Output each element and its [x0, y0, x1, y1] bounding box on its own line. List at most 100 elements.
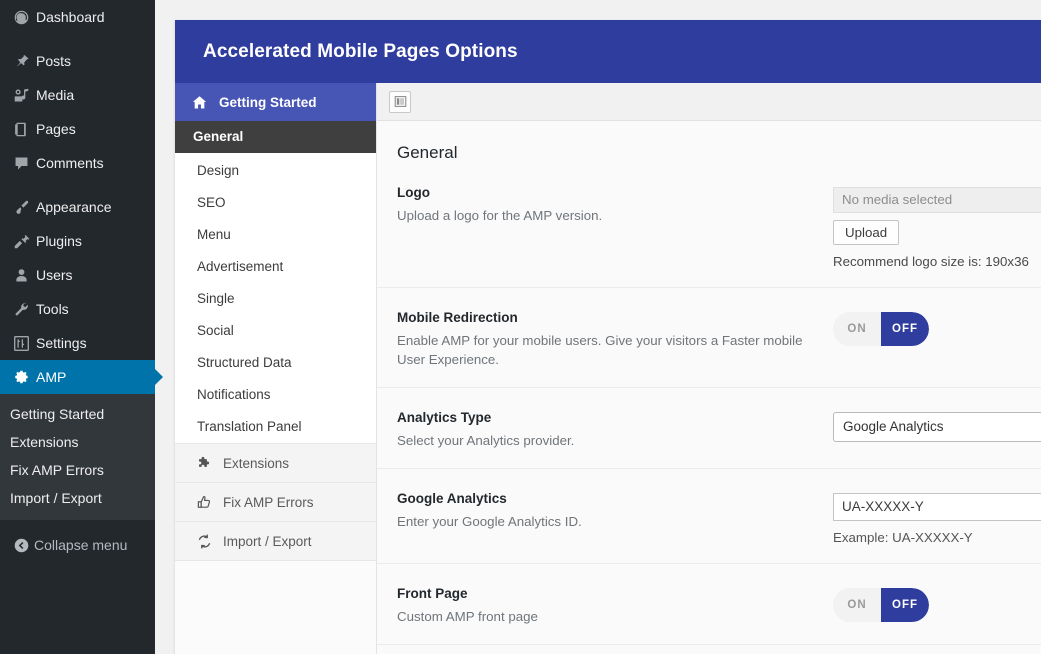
setting-right: ON OFF	[833, 586, 1041, 626]
submenu-item-import-export[interactable]: Import / Export	[0, 484, 155, 512]
sidebar-item-label: Settings	[36, 335, 87, 351]
setting-left: Logo Upload a logo for the AMP version.	[397, 185, 833, 269]
submenu-item-getting-started[interactable]: Getting Started	[0, 400, 155, 428]
sidebar-item-tools[interactable]: Tools	[0, 292, 155, 326]
sidebar-separator	[0, 180, 155, 190]
content-toolbar	[377, 83, 1041, 121]
setting-row-mobile-redirection: Mobile Redirection Enable AMP for your m…	[377, 288, 1041, 388]
nav-filler	[175, 561, 376, 654]
sidebar-item-label: Pages	[36, 121, 76, 137]
sidebar-item-label: Comments	[36, 155, 104, 171]
setting-right: No media selected Upload Recommend logo …	[833, 185, 1041, 269]
brush-icon	[8, 197, 34, 217]
nav-item-notifications[interactable]: Notifications	[175, 379, 376, 411]
home-icon	[191, 94, 213, 111]
nav-item-structured-data[interactable]: Structured Data	[175, 347, 376, 379]
nav-footer-extensions[interactable]: Extensions	[175, 444, 376, 483]
nav-footer-fix-amp-errors[interactable]: Fix AMP Errors	[175, 483, 376, 522]
sliders-icon	[8, 333, 34, 353]
collapse-menu-button[interactable]: Collapse menu	[0, 528, 155, 562]
setting-left: Front Page Custom AMP front page	[397, 586, 833, 626]
sidebar-item-comments[interactable]: Comments	[0, 146, 155, 180]
nav-item-design[interactable]: Design	[175, 155, 376, 187]
setting-label: Mobile Redirection	[397, 310, 518, 325]
settings-content: General Logo Upload a logo for the AMP v…	[377, 83, 1041, 654]
setting-left: Mobile Redirection Enable AMP for your m…	[397, 310, 833, 369]
setting-description: Custom AMP front page	[397, 609, 538, 624]
nav-item-general[interactable]: General	[175, 121, 376, 153]
sidebar-item-users[interactable]: Users	[0, 258, 155, 292]
user-icon	[8, 265, 34, 285]
thumbs-up-icon	[191, 494, 217, 511]
nav-head-label: Getting Started	[219, 94, 317, 110]
nav-getting-started[interactable]: Getting Started	[175, 83, 376, 121]
wrench-icon	[8, 299, 34, 319]
mobile-redirection-toggle[interactable]: ON OFF	[833, 312, 929, 346]
sidebar-item-plugins[interactable]: Plugins	[0, 224, 155, 258]
nav-item-seo[interactable]: SEO	[175, 187, 376, 219]
front-page-toggle[interactable]: ON OFF	[833, 588, 929, 622]
nav-footer-label: Fix AMP Errors	[223, 494, 314, 510]
toggle-on-label[interactable]: ON	[833, 588, 881, 622]
nav-footer-label: Import / Export	[223, 533, 312, 549]
gear-icon	[8, 367, 34, 387]
toggle-off-label[interactable]: OFF	[881, 588, 929, 622]
sidebar-item-label: Users	[36, 267, 73, 283]
puzzle-icon	[191, 455, 217, 472]
setting-label: Logo	[397, 185, 430, 200]
amp-options-page: Accelerated Mobile Pages Options Getting…	[175, 20, 1041, 654]
nav-item-menu[interactable]: Menu	[175, 219, 376, 251]
plugin-nav: Getting Started General Design SEO Menu …	[175, 83, 377, 654]
sidebar-item-label: Media	[36, 87, 75, 103]
setting-description: Select your Analytics provider.	[397, 433, 575, 448]
nav-footer-import-export[interactable]: Import / Export	[175, 522, 376, 561]
sidebar-separator	[0, 34, 155, 44]
nav-item-translation-panel[interactable]: Translation Panel	[175, 411, 376, 443]
collapse-arrow-icon	[8, 537, 34, 554]
setting-row-google-analytics: Google Analytics Enter your Google Analy…	[377, 469, 1041, 564]
setting-right: UA-XXXXX-Y Example: UA-XXXXX-Y	[833, 491, 1041, 545]
nav-item-single[interactable]: Single	[175, 283, 376, 315]
upload-button[interactable]: Upload	[833, 220, 900, 245]
panel-title: General	[397, 143, 458, 162]
nav-item-social[interactable]: Social	[175, 315, 376, 347]
submenu-item-extensions[interactable]: Extensions	[0, 428, 155, 456]
toggle-off-label[interactable]: OFF	[881, 312, 929, 346]
comment-icon	[8, 153, 34, 173]
sidebar-item-dashboard[interactable]: Dashboard	[0, 0, 155, 34]
sidebar-item-media[interactable]: Media	[0, 78, 155, 112]
sidebar-item-label: Dashboard	[36, 9, 105, 25]
sidebar-item-appearance[interactable]: Appearance	[0, 190, 155, 224]
page-icon	[8, 119, 34, 139]
google-analytics-input[interactable]: UA-XXXXX-Y	[833, 493, 1041, 521]
google-analytics-example: Example: UA-XXXXX-Y	[833, 530, 973, 545]
setting-left: Google Analytics Enter your Google Analy…	[397, 491, 833, 545]
layout-toggle-icon[interactable]	[389, 90, 411, 113]
toggle-on-label[interactable]: ON	[833, 312, 881, 346]
logo-media-field[interactable]: No media selected	[833, 187, 1041, 213]
setting-description: Upload a logo for the AMP version.	[397, 208, 603, 223]
nav-item-advertisement[interactable]: Advertisement	[175, 251, 376, 283]
setting-label: Analytics Type	[397, 410, 492, 425]
sidebar-item-settings[interactable]: Settings	[0, 326, 155, 360]
sidebar-item-amp[interactable]: AMP	[0, 360, 163, 394]
nav-footer-label: Extensions	[223, 455, 290, 471]
setting-left: Analytics Type Select your Analytics pro…	[397, 410, 833, 450]
sidebar-item-label: AMP	[36, 369, 67, 385]
general-panel: General Logo Upload a logo for the AMP v…	[377, 121, 1041, 645]
dashboard-icon	[8, 7, 34, 27]
sidebar-item-posts[interactable]: Posts	[0, 44, 155, 78]
plugin-nav-footer: Extensions Fix AMP Errors Import / Expor…	[175, 443, 376, 654]
sidebar-item-label: Tools	[36, 301, 69, 317]
setting-description: Enable AMP for your mobile users. Give y…	[397, 333, 803, 367]
sync-icon	[191, 533, 217, 550]
setting-row-front-page: Front Page Custom AMP front page ON OFF	[377, 564, 1041, 645]
setting-right: Google Analytics	[833, 410, 1041, 450]
analytics-type-select[interactable]: Google Analytics	[833, 412, 1041, 442]
sidebar-item-pages[interactable]: Pages	[0, 112, 155, 146]
sidebar-item-label: Plugins	[36, 233, 82, 249]
screen: Dashboard Posts Media Pages Comments App…	[0, 0, 1041, 654]
logo-size-hint: Recommend logo size is: 190x36	[833, 254, 1029, 269]
media-icon	[8, 85, 34, 105]
submenu-item-fix-amp-errors[interactable]: Fix AMP Errors	[0, 456, 155, 484]
